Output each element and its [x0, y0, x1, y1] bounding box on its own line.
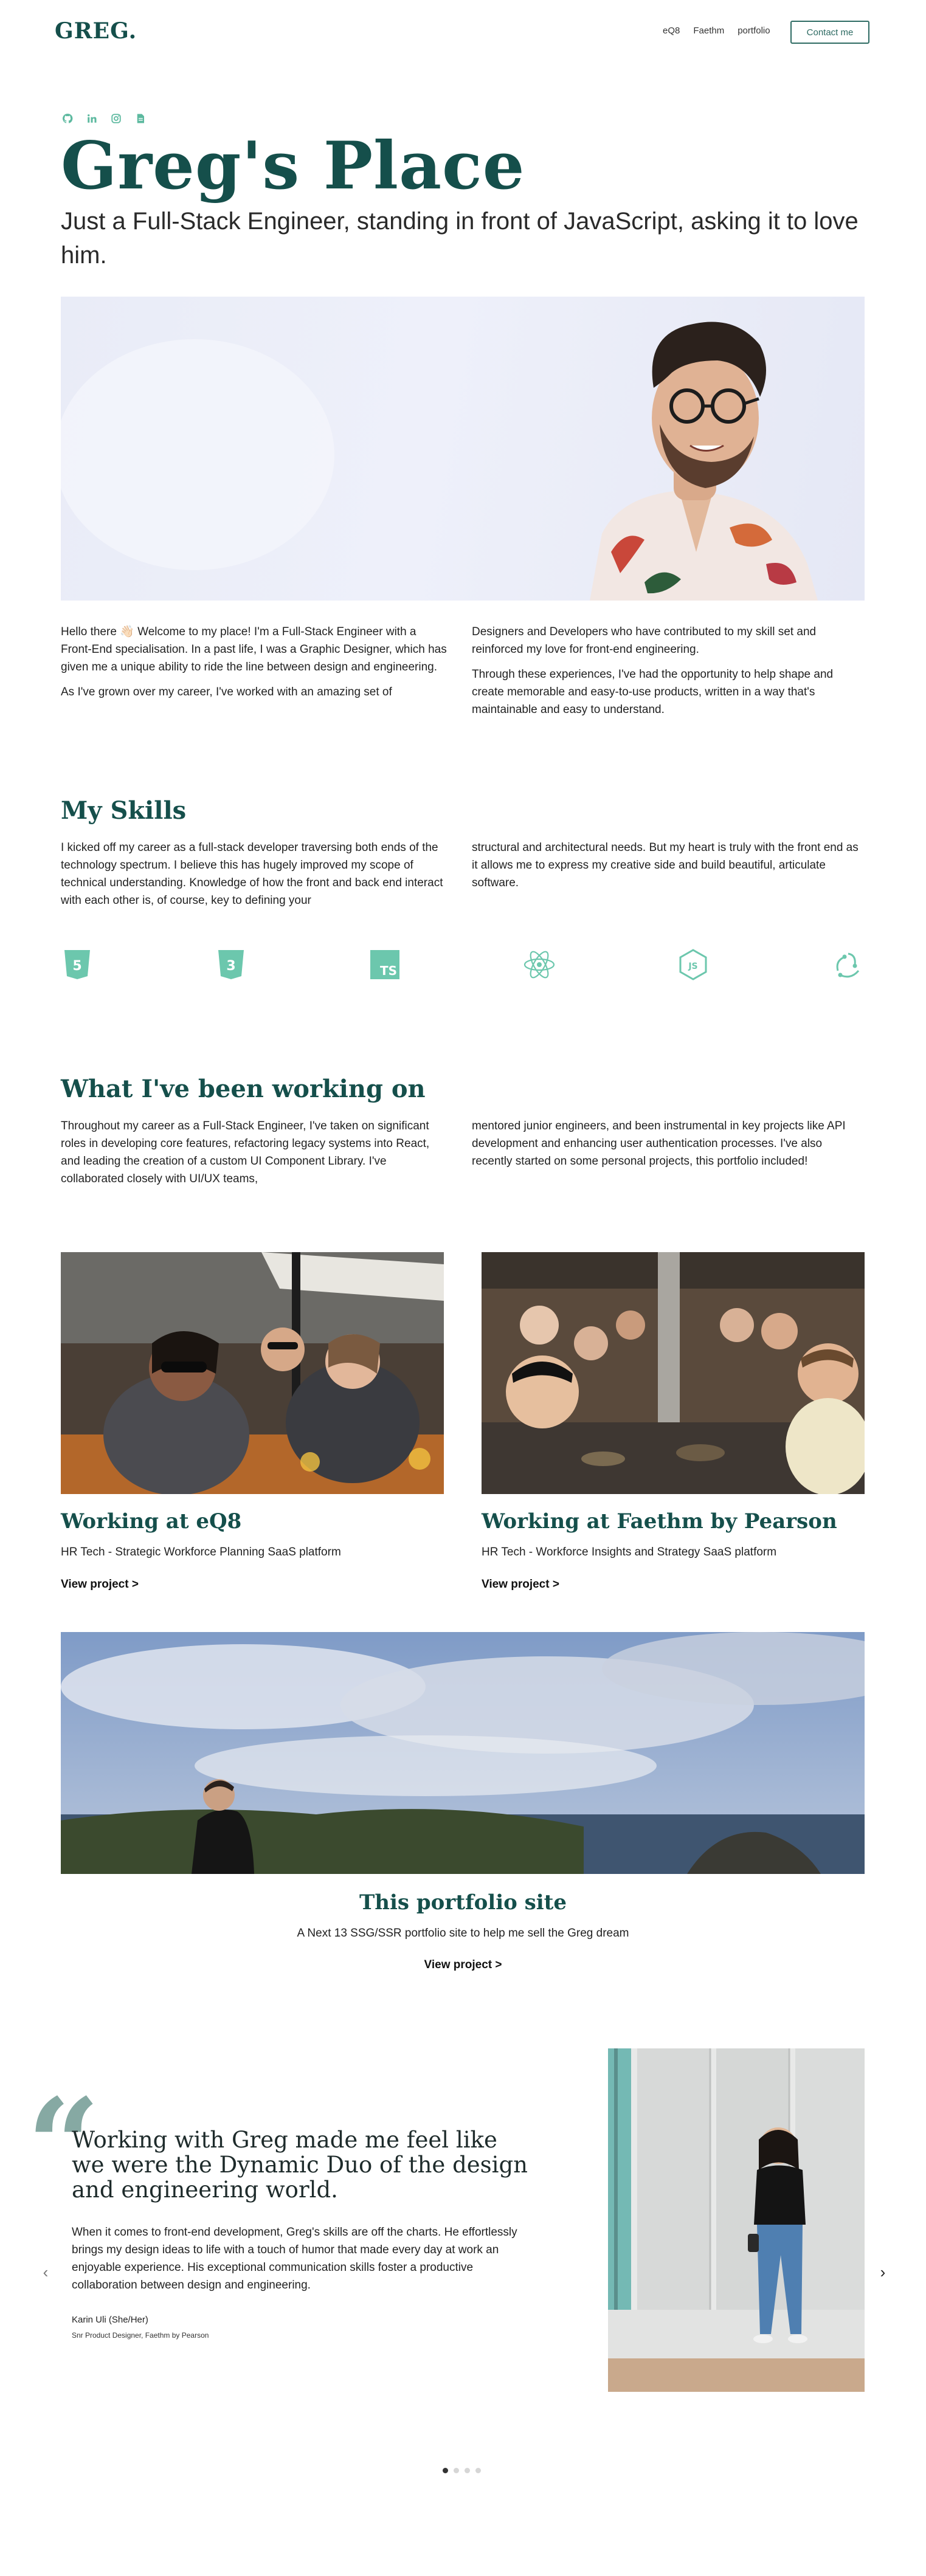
css3-icon: 3: [215, 948, 247, 981]
work-heading: What I've been working on: [61, 1075, 426, 1103]
carousel-next-button[interactable]: ›: [871, 2260, 895, 2284]
social-links: [62, 113, 146, 124]
project-title-faethm: Working at Faethm by Pearson: [482, 1509, 837, 1534]
react-icon: [523, 948, 556, 981]
work-paragraph: mentored junior engineers, and been inst…: [472, 1120, 846, 1168]
skills-heading: My Skills: [61, 796, 187, 825]
skills-icon-row: 5 3 TS JS: [61, 948, 865, 985]
svg-text:TS: TS: [380, 963, 397, 978]
skills-left-column: I kicked off my career as a full-stack d…: [61, 839, 450, 917]
top-nav: GREG. eQ8 Faethm portfolio Contact me: [0, 0, 926, 64]
testimonial-author-name: Karin Uli (She/Her): [72, 2315, 148, 2325]
page-title: Greg's Place: [61, 128, 525, 204]
project-title-portfolio: This portfolio site: [359, 1890, 567, 1915]
work-right-column: mentored junior engineers, and been inst…: [472, 1117, 861, 1177]
view-project-link-faethm[interactable]: View project >: [482, 1578, 559, 1591]
intro-right-column: Designers and Developers who have contri…: [472, 623, 861, 726]
hero-subtitle: Just a Full-Stack Engineer, standing in …: [61, 208, 859, 269]
carousel-prev-button[interactable]: ‹: [33, 2260, 58, 2284]
project-image-faethm[interactable]: [482, 1252, 865, 1494]
testimonial-author-role: Snr Product Designer, Faethm by Pearson: [72, 2331, 209, 2340]
testimonial-body: When it comes to front-end development, …: [72, 2226, 517, 2292]
work-left-column: Throughout my career as a Full-Stack Eng…: [61, 1117, 450, 1195]
svg-text:5: 5: [72, 959, 81, 974]
carousel-dot[interactable]: [454, 2468, 459, 2473]
project-image-portfolio[interactable]: [61, 1632, 865, 1874]
skills-paragraph: I kicked off my career as a full-stack d…: [61, 841, 443, 907]
nav-link-faethm[interactable]: Faethm: [693, 26, 724, 36]
view-project-link-eq8[interactable]: View project >: [61, 1578, 139, 1591]
github-icon[interactable]: [62, 113, 73, 124]
nav-link-portfolio[interactable]: portfolio: [738, 26, 770, 36]
testimonial-photo: [608, 2048, 865, 2392]
intro-paragraph: Hello there 👋🏻 Welcome to my place! I'm …: [61, 625, 447, 673]
redux-icon: [832, 948, 865, 981]
project-title-eq8: Working at eQ8: [61, 1509, 242, 1534]
linkedin-icon[interactable]: [86, 113, 97, 124]
project-subtitle-eq8: HR Tech - Strategic Workforce Planning S…: [61, 1546, 341, 1558]
intro-left-column: Hello there 👋🏻 Welcome to my place! I'm …: [61, 623, 450, 708]
nav-links: eQ8 Faethm portfolio: [663, 26, 770, 36]
carousel-dot[interactable]: [465, 2468, 470, 2473]
typescript-icon: TS: [368, 948, 401, 981]
carousel-dots: [443, 2468, 481, 2473]
intro-paragraph: Designers and Developers who have contri…: [472, 625, 817, 656]
skills-paragraph: structural and architectural needs. But …: [472, 841, 859, 889]
svg-text:3: 3: [226, 959, 235, 974]
work-paragraph: Throughout my career as a Full-Stack Eng…: [61, 1120, 430, 1185]
project-subtitle-faethm: HR Tech - Workforce Insights and Strateg…: [482, 1546, 777, 1558]
hero-portrait-image: [61, 297, 865, 601]
svg-text:JS: JS: [688, 962, 697, 971]
view-project-link-portfolio[interactable]: View project >: [0, 1958, 926, 1972]
intro-paragraph: Through these experiences, I've had the …: [472, 668, 834, 716]
contact-button[interactable]: Contact me: [790, 21, 869, 44]
nav-link-eq8[interactable]: eQ8: [663, 26, 680, 36]
document-icon[interactable]: [135, 113, 146, 124]
project-subtitle-portfolio: A Next 13 SSG/SSR portfolio site to help…: [297, 1927, 629, 1940]
carousel-dot[interactable]: [443, 2468, 448, 2473]
intro-paragraph: As I've grown over my career, I've worke…: [61, 686, 392, 698]
site-logo[interactable]: GREG.: [55, 18, 137, 44]
testimonial-quote: Working with Greg made me feel like we w…: [72, 2127, 528, 2203]
nodejs-icon: JS: [677, 948, 710, 981]
carousel-dot[interactable]: [475, 2468, 481, 2473]
skills-right-column: structural and architectural needs. But …: [472, 839, 861, 899]
instagram-icon[interactable]: [111, 113, 122, 124]
project-image-eq8[interactable]: [61, 1252, 444, 1494]
html5-icon: 5: [61, 948, 94, 981]
